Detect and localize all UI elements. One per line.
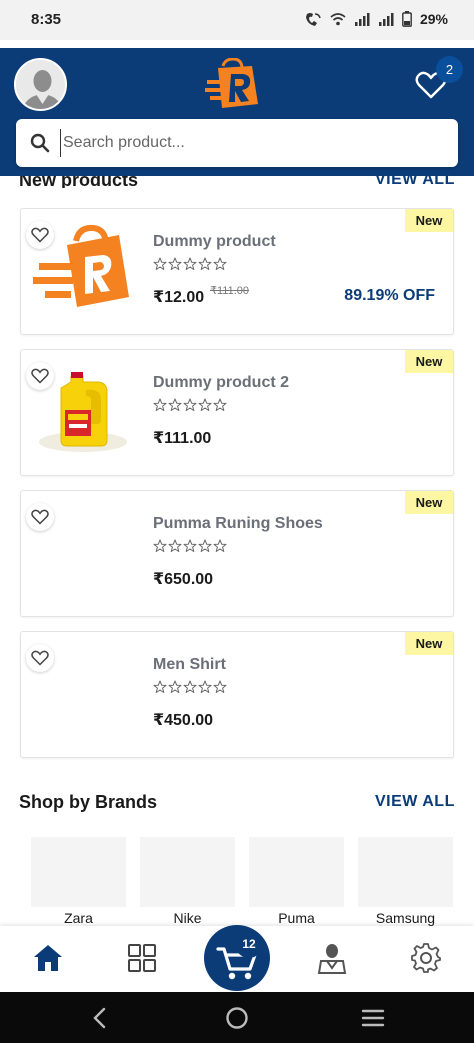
star-outline-icon [183,257,197,276]
product-card[interactable]: New Men Shirt ₹450.00 [20,631,454,758]
heart-outline-icon [31,509,49,525]
new-products-title: New products [19,176,139,188]
user-icon[interactable] [315,941,349,975]
product-price: ₹450.00 [153,712,214,729]
new-tag: New [405,491,453,514]
star-outline-icon [153,539,167,558]
rating-stars [153,539,227,558]
rating-stars [153,680,227,699]
brand-tile-samsung[interactable] [358,837,453,907]
new-tag: New [405,632,453,655]
brand-tile-zara[interactable] [31,837,126,907]
brands-view-all[interactable]: VIEW ALL [375,793,455,811]
brand-tile-puma[interactable] [249,837,344,907]
star-outline-icon [168,257,182,276]
bottom-nav: 12 [0,925,474,992]
star-outline-icon [198,398,212,417]
home-icon[interactable] [31,941,65,975]
star-outline-icon [183,398,197,417]
new-tag: New [405,350,453,373]
star-outline-icon [198,539,212,558]
product-discount: 89.19% OFF [344,287,435,304]
heart-outline-icon [31,227,49,243]
settings-icon[interactable] [409,941,443,975]
star-outline-icon [168,398,182,417]
star-outline-icon [183,539,197,558]
app-screen: 8:35 29% 2 Search product... New product… [0,0,474,1043]
app-logo [205,58,258,108]
status-bar: 8:35 29% [0,0,474,40]
brand-tile-nike[interactable] [140,837,235,907]
signal-icon [354,13,370,26]
star-outline-icon [153,257,167,276]
signal-icon-2 [378,13,394,26]
star-outline-icon [153,398,167,417]
avatar[interactable] [14,58,67,111]
product-old-price: ₹111.00 [210,285,250,297]
wifi-call-icon [305,13,321,26]
star-outline-icon [198,680,212,699]
brand-name: Zara [64,910,93,926]
wishlist-count-badge: 2 [436,56,463,83]
product-name: Dummy product [153,233,276,250]
product-card[interactable]: New Dummy product 2 ₹111.00 [20,349,454,476]
heart-outline-icon [31,368,49,384]
rating-stars [153,257,227,276]
product-card[interactable]: New Pumma Runing Shoes ₹650.00 [20,490,454,617]
wishlist-toggle[interactable] [26,644,54,672]
star-outline-icon [198,257,212,276]
search-input[interactable] [60,129,440,157]
cart-count-badge: 12 [235,930,263,958]
wishlist-toggle[interactable] [26,221,54,249]
user-avatar-icon [16,60,65,109]
product-price: ₹12.00 [153,289,205,306]
product-card[interactable]: New Dummy product ₹12.00 ₹111.00 89.19% … [20,208,454,335]
search-icon [30,133,50,153]
home-circle-icon[interactable] [225,1006,249,1030]
star-outline-icon [168,680,182,699]
product-name: Men Shirt [153,656,226,673]
product-price: ₹111.00 [153,430,212,447]
brand-name: Puma [278,910,315,926]
star-outline-icon [183,680,197,699]
star-outline-icon [213,539,227,558]
new-tag: New [405,209,453,232]
brand-name: Samsung [375,910,436,926]
star-outline-icon [213,398,227,417]
product-price: ₹650.00 [153,571,214,588]
system-nav-bar [0,992,474,1043]
status-time: 8:35 [31,11,62,28]
product-name: Dummy product 2 [153,374,290,391]
wifi-icon [330,13,346,26]
wishlist-toggle[interactable] [26,362,54,390]
new-products-view-all[interactable]: VIEW ALL [375,176,455,188]
battery-icon [402,11,412,27]
star-outline-icon [213,680,227,699]
search-bar[interactable] [16,119,458,167]
product-name: Pumma Runing Shoes [153,515,323,532]
wishlist-toggle[interactable] [26,503,54,531]
brands-title: Shop by Brands [19,792,158,812]
heart-outline-icon [31,650,49,666]
brand-name: Nike [173,910,202,926]
new-products-header: New products VIEW ALL [0,176,474,188]
star-outline-icon [153,680,167,699]
back-icon[interactable] [90,1007,110,1029]
star-outline-icon [168,539,182,558]
status-icons: 29% [304,11,448,27]
grid-icon[interactable] [125,941,159,975]
rating-stars [153,398,227,417]
battery-percent: 29% [419,11,448,27]
recents-icon[interactable] [361,1008,385,1028]
star-outline-icon [213,257,227,276]
